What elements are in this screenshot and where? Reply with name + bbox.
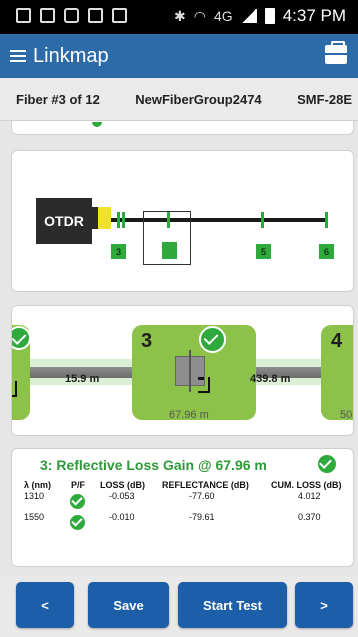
link-map-overview[interactable]: OTDR 3 5 6 [11, 150, 354, 292]
fiber-info-bar: Fiber #3 of 12 NewFiberGroup2474 SMF-28E [0, 78, 358, 121]
reflectance-value: -77.60 [189, 491, 215, 501]
app-title: Linkmap [33, 44, 109, 67]
fiber-type: SMF-28E [297, 91, 352, 107]
otdr-block: OTDR [36, 198, 92, 244]
event-tag-selected[interactable] [162, 242, 177, 259]
app-bar: Linkmap [0, 34, 358, 78]
hamburger-menu-icon[interactable] [10, 50, 26, 62]
section-distance: 15.9 m [65, 373, 100, 385]
event-number: 4 [331, 330, 343, 352]
notification-icon [16, 8, 31, 23]
reflective-event-icon [12, 381, 17, 397]
event-tag-5[interactable]: 5 [256, 244, 271, 259]
start-test-button[interactable]: Start Test [178, 582, 287, 628]
reflectance-value: -79.61 [189, 512, 215, 522]
event-number: 3 [141, 330, 153, 352]
wifi-icon: ◠ [193, 7, 206, 24]
cumulative-loss-value: 4.012 [298, 491, 321, 501]
save-button[interactable]: Save [88, 582, 169, 628]
event-card-4[interactable]: 4 [321, 325, 353, 420]
wavelength: 1550 [24, 512, 45, 522]
image-notification-icon [64, 8, 79, 23]
event-position: 67.96 m [169, 409, 209, 421]
pass-check-icon [199, 326, 226, 353]
event-marker-6[interactable] [325, 212, 328, 228]
event-marker-selected[interactable] [167, 212, 170, 228]
launch-connector [92, 207, 111, 229]
status-time: 4:37 PM [282, 6, 346, 25]
toolbox-icon[interactable] [325, 41, 347, 64]
signal-icon [240, 9, 257, 23]
content-area[interactable]: OTDR 3 5 6 3 4 15.9 m 439.8 m 67.96 m 50… [0, 121, 358, 576]
system-icons: ✱ ◠ 4G 4:37 PM [174, 6, 346, 26]
notification-icons [16, 8, 127, 23]
event-position: 50 [340, 409, 353, 421]
next-button[interactable]: > [295, 582, 353, 628]
column-header: CUM. LOSS (dB) [271, 480, 342, 490]
calendar-notification-icon [112, 8, 127, 23]
tool-notification-icon [40, 8, 55, 23]
bottom-action-bar: < Save Start Test > [0, 576, 358, 637]
event-marker-5[interactable] [261, 212, 264, 228]
event-tag-3[interactable]: 3 [111, 244, 126, 259]
check-icon [92, 122, 102, 127]
event-strip[interactable]: 3 4 15.9 m 439.8 m 67.96 m 50 [11, 305, 354, 436]
event-tag-6[interactable]: 6 [319, 244, 334, 259]
table-row: 1550 -0.010 -79.61 0.370 [18, 512, 348, 530]
previous-button[interactable]: < [16, 582, 74, 628]
status-bar: ✱ ◠ 4G 4:37 PM [0, 0, 358, 34]
column-header: REFLECTANCE (dB) [162, 480, 249, 490]
section-distance: 439.8 m [250, 373, 291, 385]
pass-check-icon [318, 455, 336, 473]
column-header: P/F [71, 480, 86, 490]
cumulative-loss-value: 0.370 [298, 512, 321, 522]
column-header: λ (nm) [24, 480, 51, 490]
event-marker-1[interactable] [117, 212, 120, 228]
network-type: 4G [214, 8, 233, 24]
bluetooth-icon: ✱ [174, 7, 186, 24]
reflective-gain-icon [198, 377, 210, 393]
event-detail-card: 3: Reflective Loss Gain @ 67.96 m λ (nm)… [11, 448, 354, 567]
previous-card [11, 121, 354, 135]
column-header: LOSS (dB) [100, 480, 145, 490]
contact-notification-icon [88, 8, 103, 23]
table-row: 1310 -0.053 -77.60 4.012 [18, 491, 348, 509]
fiber-group-name: NewFiberGroup2474 [135, 91, 262, 107]
fiber-number: Fiber #3 of 12 [16, 91, 100, 107]
pass-check-icon [70, 494, 85, 509]
pass-check-icon [70, 515, 85, 530]
event-detail-title: 3: Reflective Loss Gain @ 67.96 m [40, 457, 267, 473]
loss-value: -0.053 [109, 491, 135, 501]
wavelength: 1310 [24, 491, 45, 501]
event-marker-2[interactable] [122, 212, 125, 228]
battery-icon [264, 8, 275, 24]
loss-value: -0.010 [109, 512, 135, 522]
